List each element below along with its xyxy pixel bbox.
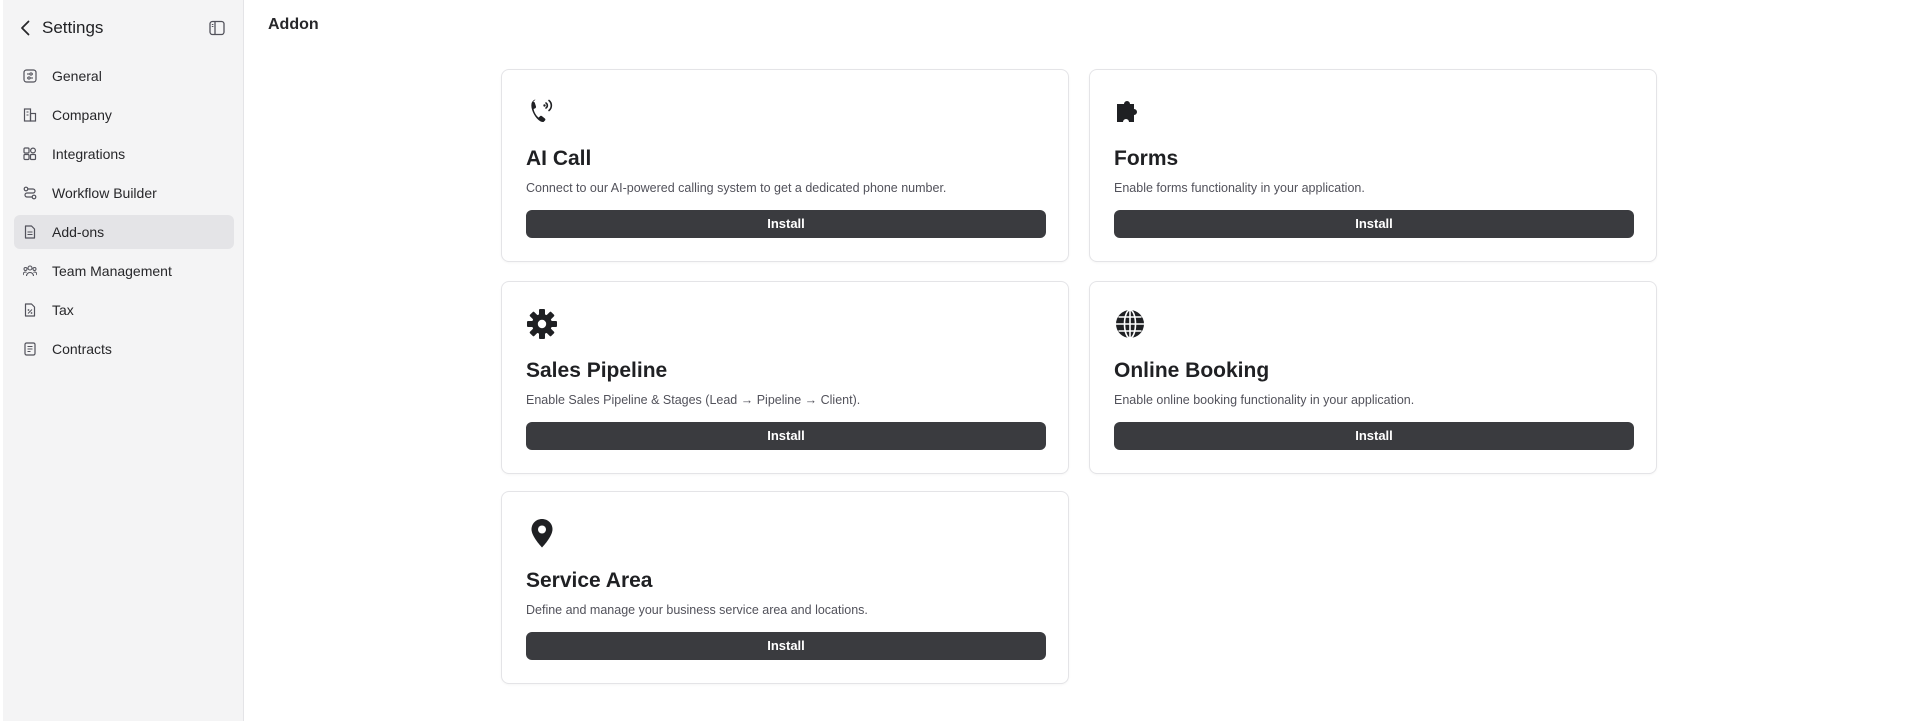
map-pin-icon — [526, 517, 558, 549]
addon-card-online-booking: Online Booking Enable online booking fun… — [1089, 281, 1657, 474]
company-icon — [23, 108, 37, 122]
sidebar-item-label: Team Management — [52, 263, 172, 279]
settings-sidebar: Settings General Company Integrations Wo… — [3, 0, 244, 721]
sidebar-title: Settings — [42, 18, 104, 37]
phone-call-icon — [526, 95, 558, 127]
sidebar-collapse-icon[interactable] — [208, 19, 226, 37]
sidebar-item-label: Add-ons — [52, 224, 105, 240]
workflow-icon — [23, 186, 37, 200]
sidebar-item-workflow-builder[interactable]: Workflow Builder — [14, 176, 234, 210]
sidebar-item-add-ons[interactable]: Add-ons — [14, 215, 234, 249]
tax-icon — [23, 303, 37, 317]
card-title: Service Area — [526, 569, 653, 592]
install-button[interactable]: Install — [526, 422, 1046, 450]
addons-icon — [23, 225, 37, 239]
sidebar-item-team-management[interactable]: Team Management — [14, 254, 234, 288]
card-description: Define and manage your business service … — [526, 603, 868, 617]
addon-card-forms: Forms Enable forms functionality in your… — [1089, 69, 1657, 262]
card-description: Enable Sales Pipeline & Stages (Lead → P… — [526, 393, 861, 407]
globe-icon — [1114, 307, 1146, 339]
install-button[interactable]: Install — [526, 210, 1046, 238]
main-content: Addon AI Call Connect to our AI-powered … — [245, 0, 1913, 721]
general-icon — [23, 69, 37, 83]
card-description: Connect to our AI-powered calling system… — [526, 181, 947, 195]
back-chevron-icon[interactable] — [16, 18, 36, 38]
install-button[interactable]: Install — [526, 632, 1046, 660]
sidebar-item-label: General — [52, 68, 102, 84]
sidebar-header: Settings — [3, 14, 244, 42]
addon-card-service-area: Service Area Define and manage your busi… — [501, 491, 1069, 684]
integrations-icon — [23, 147, 37, 161]
install-button[interactable]: Install — [1114, 422, 1634, 450]
settings-nav: General Company Integrations Workflow Bu… — [14, 59, 234, 371]
sidebar-item-general[interactable]: General — [14, 59, 234, 93]
sidebar-item-company[interactable]: Company — [14, 98, 234, 132]
card-description: Enable forms functionality in your appli… — [1114, 181, 1365, 195]
card-title: AI Call — [526, 147, 592, 170]
card-title: Forms — [1114, 147, 1179, 170]
addon-card-ai-call: AI Call Connect to our AI-powered callin… — [501, 69, 1069, 262]
sidebar-item-tax[interactable]: Tax — [14, 293, 234, 327]
sidebar-item-label: Integrations — [52, 146, 126, 162]
sidebar-item-integrations[interactable]: Integrations — [14, 137, 234, 171]
page-title: Addon — [268, 16, 319, 33]
contracts-icon — [23, 342, 37, 356]
sidebar-item-label: Workflow Builder — [52, 185, 157, 201]
team-icon — [22, 264, 38, 278]
install-button[interactable]: Install — [1114, 210, 1634, 238]
puzzle-icon — [1114, 95, 1146, 127]
gear-icon — [526, 307, 558, 339]
sidebar-item-contracts[interactable]: Contracts — [14, 332, 234, 366]
card-title: Sales Pipeline — [526, 359, 668, 382]
sidebar-item-label: Tax — [52, 302, 74, 318]
sidebar-item-label: Contracts — [52, 341, 112, 357]
addon-card-sales-pipeline: Sales Pipeline Enable Sales Pipeline & S… — [501, 281, 1069, 474]
card-title: Online Booking — [1114, 359, 1270, 382]
card-description: Enable online booking functionality in y… — [1114, 393, 1415, 407]
sidebar-item-label: Company — [52, 107, 112, 123]
